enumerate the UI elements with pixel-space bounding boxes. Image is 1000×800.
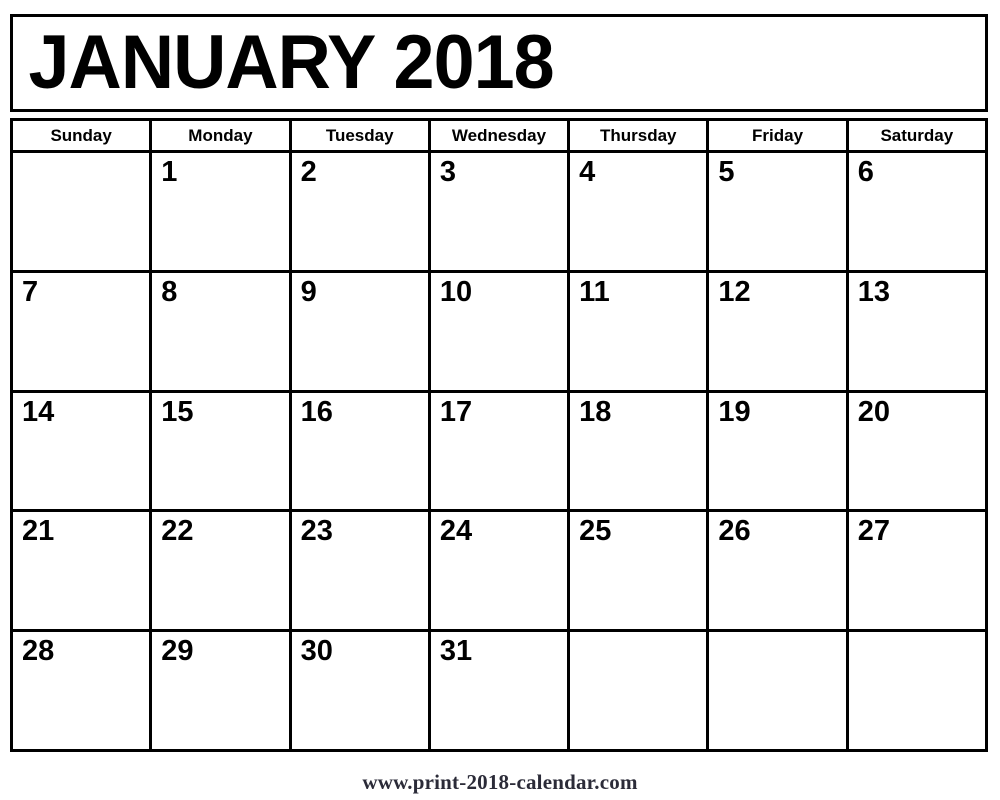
day-cell[interactable]: 9 xyxy=(291,272,431,390)
day-cell[interactable]: 8 xyxy=(152,272,292,390)
day-cell[interactable]: 24 xyxy=(430,512,571,630)
day-number: 5 xyxy=(718,156,735,188)
day-cell[interactable]: 28 xyxy=(13,632,153,749)
day-cell[interactable]: 30 xyxy=(291,632,431,749)
calendar-title-box: JANUARY 2018 xyxy=(10,14,988,112)
day-cell[interactable]: 20 xyxy=(848,392,985,510)
day-number: 19 xyxy=(718,395,751,428)
day-cell[interactable]: 23 xyxy=(291,512,431,630)
day-cell[interactable]: 6 xyxy=(848,153,985,270)
day-number: 17 xyxy=(439,395,473,428)
weekday-label: Sunday xyxy=(50,126,112,145)
day-number: 14 xyxy=(22,395,55,428)
day-cell[interactable]: 29 xyxy=(152,632,292,749)
day-cell[interactable]: 27 xyxy=(848,512,985,630)
day-cell[interactable]: 18 xyxy=(570,392,710,510)
calendar-page: JANUARY 2018 Sunday Monday Tuesday Wedne… xyxy=(0,0,1000,800)
page-title: JANUARY 2018 xyxy=(28,20,555,105)
day-number: 9 xyxy=(300,275,317,308)
week-row: 14 15 16 17 18 19 20 xyxy=(13,392,985,513)
day-number: 21 xyxy=(22,515,55,548)
weekday-label: Saturday xyxy=(880,126,954,145)
day-number: 8 xyxy=(161,275,178,308)
day-cell[interactable]: 26 xyxy=(709,512,849,630)
day-number: 22 xyxy=(161,515,194,548)
weekday-label: Wednesday xyxy=(451,126,547,145)
day-number: 18 xyxy=(579,395,612,428)
calendar-grid: Sunday Monday Tuesday Wednesday Thursday… xyxy=(10,118,988,752)
day-number: 27 xyxy=(857,515,890,548)
day-number: 20 xyxy=(857,395,890,428)
day-cell[interactable]: 7 xyxy=(13,272,153,390)
footer: www.print-2018-calendar.com xyxy=(0,770,1000,794)
day-cell[interactable]: 21 xyxy=(13,512,153,630)
week-row: 7 8 9 10 11 12 13 xyxy=(13,272,985,393)
day-number: 1 xyxy=(161,156,178,188)
day-number: 10 xyxy=(439,275,473,308)
day-cell[interactable]: 10 xyxy=(430,272,571,390)
day-number: 13 xyxy=(857,275,890,308)
day-number: 29 xyxy=(161,635,194,668)
weekday-label: Thursday xyxy=(600,126,677,145)
calendar-weeks: 1 2 3 4 5 6 7 8 9 10 11 12 13 14 15 16 1… xyxy=(13,153,985,749)
day-number: 2 xyxy=(300,156,317,188)
weekday-header-friday: Friday xyxy=(709,121,849,150)
day-number: 7 xyxy=(22,275,39,308)
weekday-header-thursday: Thursday xyxy=(570,121,710,150)
weekday-label: Tuesday xyxy=(325,126,394,145)
day-cell[interactable]: 13 xyxy=(848,272,985,390)
day-number: 4 xyxy=(579,156,596,188)
day-number: 28 xyxy=(22,635,55,668)
weekday-header-sunday: Sunday xyxy=(13,121,153,150)
day-cell[interactable]: 15 xyxy=(152,392,292,510)
weekday-header-tuesday: Tuesday xyxy=(291,121,431,150)
weekday-label: Monday xyxy=(188,126,253,145)
day-cell[interactable]: 5 xyxy=(709,153,849,270)
day-cell[interactable]: 19 xyxy=(709,392,849,510)
day-number: 12 xyxy=(718,275,751,308)
day-cell[interactable] xyxy=(709,632,849,749)
week-row: 21 22 23 24 25 26 27 xyxy=(13,512,985,633)
day-cell[interactable]: 11 xyxy=(570,272,710,390)
day-number: 26 xyxy=(718,515,751,548)
week-row: 28 29 30 31 xyxy=(13,632,985,749)
weekday-header-wednesday: Wednesday xyxy=(430,121,571,150)
footer-url: www.print-2018-calendar.com xyxy=(362,770,638,794)
day-cell[interactable]: 4 xyxy=(570,153,710,270)
week-row: 1 2 3 4 5 6 xyxy=(13,153,985,273)
day-cell[interactable] xyxy=(848,632,985,749)
day-cell[interactable]: 25 xyxy=(570,512,710,630)
day-number: 16 xyxy=(300,395,333,428)
day-number: 24 xyxy=(439,515,473,548)
day-number: 31 xyxy=(439,635,473,668)
day-number: 15 xyxy=(161,395,194,428)
day-number: 11 xyxy=(579,275,610,308)
day-cell[interactable]: 31 xyxy=(430,632,571,749)
day-cell[interactable]: 12 xyxy=(709,272,849,390)
day-cell[interactable]: 16 xyxy=(291,392,431,510)
day-number: 25 xyxy=(579,515,612,548)
day-cell[interactable] xyxy=(570,632,710,749)
weekday-header-saturday: Saturday xyxy=(848,121,985,150)
day-cell[interactable]: 17 xyxy=(430,392,571,510)
day-cell[interactable] xyxy=(13,153,153,270)
day-cell[interactable]: 1 xyxy=(152,153,292,270)
day-cell[interactable]: 3 xyxy=(430,153,571,270)
day-cell[interactable]: 22 xyxy=(152,512,292,630)
day-number: 23 xyxy=(300,515,333,548)
day-number: 30 xyxy=(300,635,333,668)
weekday-label: Friday xyxy=(752,126,804,145)
day-number: 3 xyxy=(439,156,456,188)
day-number: 6 xyxy=(857,156,874,188)
day-cell[interactable]: 2 xyxy=(291,153,431,270)
weekday-header-row: Sunday Monday Tuesday Wednesday Thursday… xyxy=(13,121,985,153)
day-cell[interactable]: 14 xyxy=(13,392,153,510)
weekday-header-monday: Monday xyxy=(152,121,292,150)
